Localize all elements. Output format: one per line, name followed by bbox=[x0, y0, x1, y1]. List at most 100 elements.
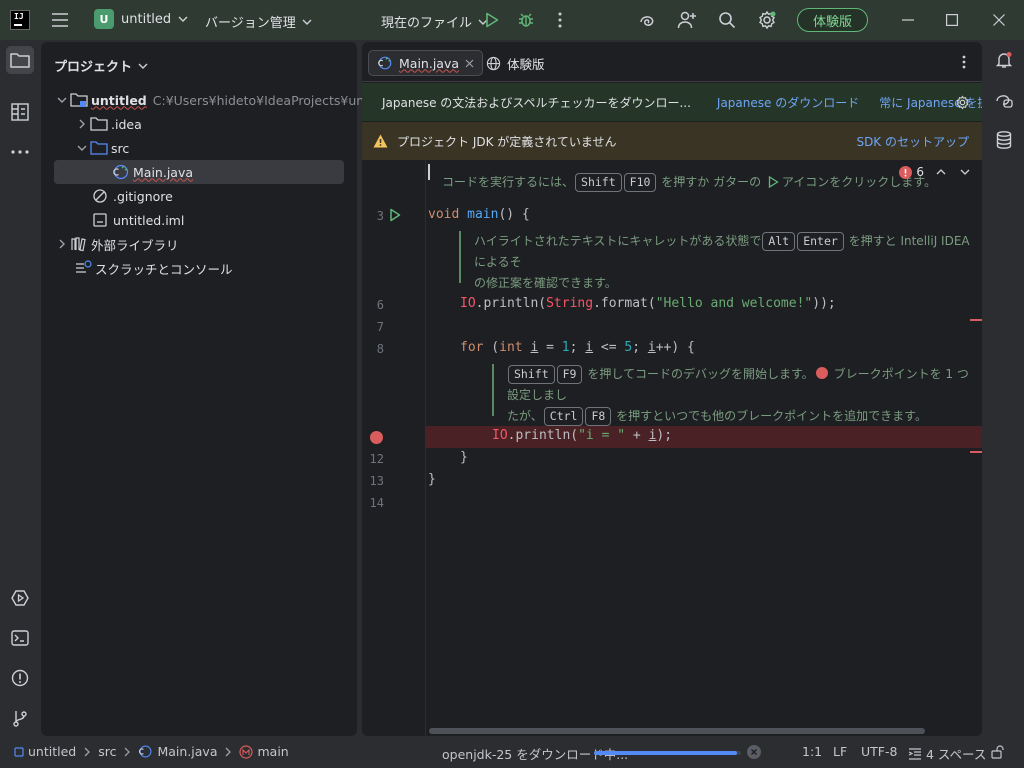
more-vertical-icon[interactable] bbox=[550, 10, 570, 30]
close-tab-icon[interactable] bbox=[465, 59, 474, 68]
right-tool-stripe bbox=[984, 40, 1024, 736]
trial-button[interactable]: 体験版 bbox=[797, 8, 868, 32]
module-folder-icon bbox=[70, 93, 88, 107]
git-branch-icon[interactable] bbox=[6, 704, 34, 732]
minimize-icon[interactable] bbox=[898, 10, 918, 30]
services-icon[interactable] bbox=[6, 584, 34, 612]
debug-icon[interactable] bbox=[516, 10, 536, 30]
line-number: 8 bbox=[376, 342, 384, 356]
chevron-down-icon bbox=[138, 63, 148, 69]
notifications-icon[interactable] bbox=[990, 46, 1018, 74]
banner-settings-icon[interactable] bbox=[955, 95, 970, 110]
breakpoint-icon[interactable] bbox=[370, 431, 383, 444]
gutter-run-icon[interactable] bbox=[389, 208, 401, 222]
breadcrumb-item[interactable]: src bbox=[98, 744, 116, 759]
project-panel-title: プロジェクト bbox=[54, 60, 133, 75]
horizontal-scrollbar[interactable] bbox=[429, 728, 925, 734]
cancel-download-icon[interactable] bbox=[747, 745, 761, 759]
setup-sdk-link[interactable]: SDK のセットアップ bbox=[856, 133, 969, 150]
problems-icon[interactable] bbox=[6, 664, 34, 692]
vcs-menu[interactable]: バージョン管理 bbox=[205, 12, 312, 31]
code-area[interactable]: コードを実行するには、 Shift F10 を押すか ガターの アイコンをクリックし… bbox=[362, 160, 982, 736]
terminal-icon[interactable] bbox=[6, 624, 34, 652]
tab-label: 体験版 bbox=[507, 56, 545, 72]
database-icon[interactable] bbox=[990, 126, 1018, 154]
hint-text: たが、 bbox=[507, 409, 543, 423]
breadcrumb-item[interactable]: Main.java bbox=[157, 744, 217, 759]
shortcut-key: F8 bbox=[585, 407, 612, 426]
indent-label: 4 スペース bbox=[926, 747, 987, 762]
tree-item-untitled[interactable]: untitled C:¥Users¥hideto¥IdeaProjects¥un… bbox=[54, 88, 397, 112]
main-menu-icon[interactable] bbox=[50, 10, 70, 30]
error-count: 6 bbox=[916, 165, 924, 179]
tree-item-src[interactable]: src bbox=[54, 136, 344, 160]
tab-main-java[interactable]: Main.java bbox=[368, 50, 484, 76]
hint-text: コードを実行するには、 bbox=[442, 175, 575, 189]
tree-label: src bbox=[111, 140, 130, 156]
tab-trial[interactable]: 体験版 bbox=[478, 50, 553, 76]
ai-chat-icon[interactable] bbox=[990, 86, 1018, 114]
tree-path: C:¥Users¥hideto¥IdeaProjects¥untitled bbox=[152, 92, 397, 108]
editor-panel: Main.java 体験版 Japanese の文法およびスペルチェッカーをダウ… bbox=[362, 42, 982, 736]
method-icon bbox=[239, 744, 254, 759]
project-tool-icon[interactable] bbox=[6, 46, 34, 74]
breakpoint-icon bbox=[815, 367, 828, 379]
chevron-down-icon[interactable] bbox=[74, 140, 90, 156]
close-icon[interactable] bbox=[989, 10, 1009, 30]
tree-item-idea[interactable]: .idea bbox=[54, 112, 344, 136]
code-line-12: } bbox=[460, 450, 468, 465]
search-icon[interactable] bbox=[717, 10, 737, 30]
tree-label: 外部ライブラリ bbox=[91, 237, 179, 253]
maximize-icon[interactable] bbox=[942, 10, 962, 30]
chevron-down-icon bbox=[178, 16, 188, 22]
project-badge: U bbox=[94, 9, 114, 29]
tree-item-external-libraries[interactable]: 外部ライブラリ bbox=[54, 232, 344, 256]
ai-assistant-icon[interactable] bbox=[637, 10, 657, 30]
breadcrumb: untitled src Main.java main bbox=[14, 744, 289, 759]
run-icon[interactable] bbox=[482, 10, 502, 30]
chevron-right-icon[interactable] bbox=[74, 116, 90, 132]
chevron-up-icon[interactable] bbox=[936, 169, 946, 175]
chevron-right-icon bbox=[84, 747, 91, 756]
error-stripe-mark[interactable] bbox=[970, 319, 982, 321]
tree-label: スクラッチとコンソール bbox=[95, 261, 233, 277]
indent-setting[interactable]: 4 スペース bbox=[908, 744, 986, 763]
project-name: untitled bbox=[121, 11, 172, 27]
chevron-down-icon[interactable] bbox=[54, 92, 70, 108]
structure-tool-icon[interactable] bbox=[6, 98, 34, 126]
chevron-down-icon[interactable] bbox=[960, 169, 970, 175]
project-panel: プロジェクト untitled C:¥Users¥hideto¥IdeaProj… bbox=[41, 42, 397, 736]
lock-icon[interactable] bbox=[991, 745, 1005, 759]
tree-label: untitled bbox=[91, 92, 147, 108]
tree-item-gitignore[interactable]: .gitignore bbox=[54, 184, 344, 208]
tree-item-main-java[interactable]: Main.java bbox=[54, 160, 344, 184]
tree-item-scratches[interactable]: スクラッチとコンソール bbox=[54, 256, 344, 280]
breadcrumb-item[interactable]: untitled bbox=[28, 744, 76, 759]
project-switcher[interactable]: U untitled bbox=[94, 9, 188, 29]
download-progress-bar bbox=[594, 751, 741, 755]
line-number: 7 bbox=[376, 320, 384, 334]
logo-text: IJ bbox=[14, 12, 24, 21]
tree-item-untitled-iml[interactable]: untitled.iml bbox=[54, 208, 344, 232]
file-encoding[interactable]: UTF-8 bbox=[861, 744, 897, 759]
error-counter[interactable]: 6 bbox=[899, 165, 970, 179]
warning-icon bbox=[373, 134, 388, 148]
project-panel-header[interactable]: プロジェクト bbox=[54, 56, 148, 75]
line-number: 6 bbox=[376, 298, 384, 312]
java-class-icon bbox=[139, 745, 152, 758]
more-tools-icon[interactable] bbox=[6, 138, 34, 166]
tree-label: untitled.iml bbox=[113, 212, 185, 228]
download-japanese-link[interactable]: Japanese のダウンロード bbox=[717, 94, 859, 111]
intellij-logo-icon[interactable]: IJ bbox=[10, 10, 30, 30]
caret-position[interactable]: 1:1 bbox=[802, 744, 822, 759]
chevron-right-icon[interactable] bbox=[54, 236, 70, 252]
line-number: 14 bbox=[369, 496, 384, 510]
line-separator[interactable]: LF bbox=[833, 744, 847, 759]
more-vertical-icon[interactable] bbox=[956, 54, 972, 70]
error-stripe-mark[interactable] bbox=[970, 451, 982, 453]
shortcut-key: Ctrl bbox=[543, 407, 584, 426]
add-user-icon[interactable] bbox=[677, 10, 697, 30]
settings-icon[interactable] bbox=[757, 10, 777, 30]
breadcrumb-item[interactable]: main bbox=[257, 744, 288, 759]
run-config-selector[interactable]: 現在のファイル bbox=[381, 12, 488, 31]
